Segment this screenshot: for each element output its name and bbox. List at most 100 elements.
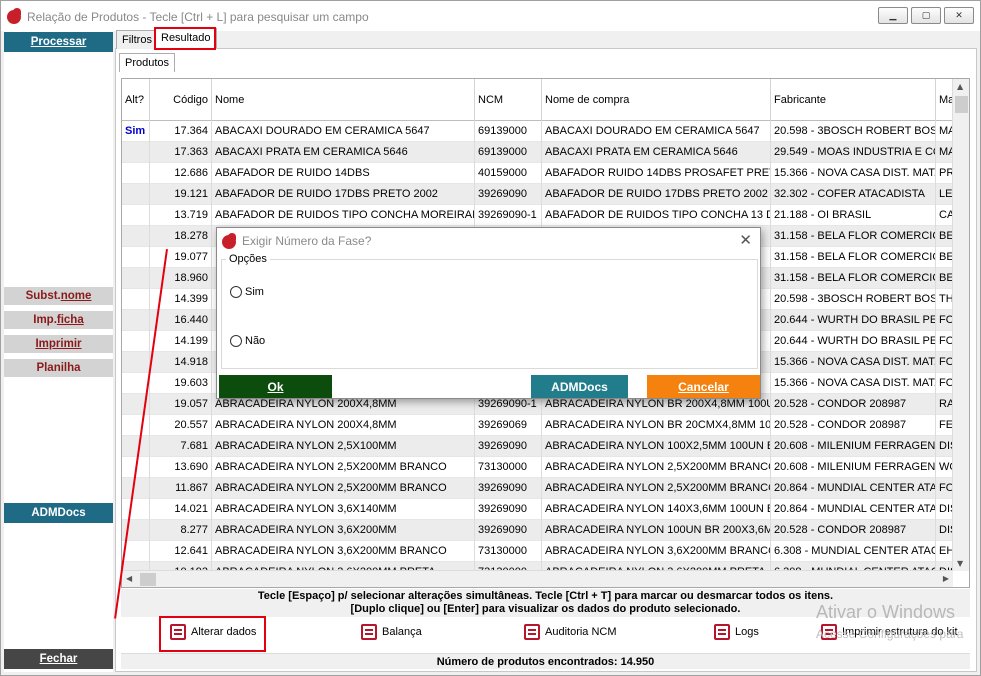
table-row[interactable]: 13.719 ABAFADOR DE RUIDOS TIPO CONCHA MOR… — [122, 205, 952, 226]
cell-fabricante: 20.528 - CONDOR 208987 — [771, 520, 936, 541]
cell-ma: DIS — [939, 524, 952, 536]
header-nome[interactable]: Nome — [212, 79, 475, 121]
radio-circle-icon[interactable] — [230, 286, 242, 298]
cell-alt — [122, 310, 150, 331]
maximize-icon[interactable]: ▢ — [911, 7, 941, 24]
header-ma[interactable]: Ma — [936, 79, 952, 121]
radio-sim[interactable]: Sim — [230, 286, 264, 298]
cell-alt — [122, 499, 150, 520]
cell-ma: FE — [939, 419, 952, 431]
cell-nome: ABRACADEIRA NYLON 3,6X200MM — [212, 520, 475, 541]
cell-alt — [122, 226, 150, 247]
cell-codigo: 17.364 — [150, 121, 212, 142]
edit-list-icon — [361, 624, 377, 640]
cell-alt — [122, 247, 150, 268]
horizontal-scrollbar[interactable]: ◀ ▶ — [122, 570, 953, 587]
highlight-resultado-tab — [154, 27, 216, 50]
cell-ma: FO — [939, 335, 952, 347]
cell-fabricante: 15.366 - NOVA CASA DIST. MAT. — [771, 352, 936, 373]
app-logo-icon — [222, 233, 236, 249]
cell-nome: ABACAXI PRATA EM CERAMICA 5646 — [212, 142, 475, 163]
admdocs-dialog-button[interactable]: ADMDocs — [531, 375, 628, 398]
cell-ncm: 69139000 — [475, 121, 542, 142]
table-row[interactable]: 19.121 ABAFADOR DE RUIDO 17DBS PRETO 2002… — [122, 184, 952, 205]
window-title: Relação de Produtos - Tecle [Ctrl + L] p… — [27, 10, 369, 24]
cell-nome: ABAFADOR DE RUIDO 14DBS — [212, 163, 475, 184]
admdocs-side-button[interactable]: ADMDocs — [4, 503, 113, 523]
cell-nome-compra: ABRACADEIRA NYLON 2,5X200MM BRANCO — [542, 457, 771, 478]
radio-circle-icon[interactable] — [230, 335, 242, 347]
tab-produtos[interactable]: Produtos — [119, 53, 176, 72]
scroll-up-icon[interactable]: ▲ — [957, 82, 963, 91]
table-row[interactable]: 12.641 ABRACADEIRA NYLON 3,6X200MM BRANCO… — [122, 541, 952, 562]
fechar-button[interactable]: Fechar — [4, 649, 113, 669]
grid-header: Alt? Código Nome NCM Nome de compra Fabr… — [122, 79, 952, 121]
table-row[interactable]: 13.690 ABRACADEIRA NYLON 2,5X200MM BRANCO… — [122, 457, 952, 478]
balanca-button[interactable]: Balança — [361, 624, 422, 640]
cell-fabricante: 20.598 - 3BOSCH ROBERT BOSCH — [771, 289, 936, 310]
cell-nome-compra: ABRACADEIRA NYLON 2,5X200MM BRANCO — [542, 478, 771, 499]
minimize-icon[interactable]: ▁ — [878, 7, 908, 24]
header-fabricante[interactable]: Fabricante — [771, 79, 936, 121]
logs-label: Logs — [735, 626, 759, 638]
status-bar: Número de produtos encontrados: 14.950 — [121, 653, 970, 669]
tab-filtros[interactable]: Filtros — [116, 30, 158, 49]
cell-ncm: 39269090 — [475, 184, 542, 205]
imp-ficha-button[interactable]: Imp. ficha — [4, 311, 113, 329]
subst-nome-label: nome — [60, 290, 92, 302]
imp-ficha-label-pre: Imp. — [33, 314, 57, 326]
auditoria-ncm-button[interactable]: Auditoria NCM — [524, 624, 617, 640]
cell-alt — [122, 163, 150, 184]
table-row[interactable]: 8.277 ABRACADEIRA NYLON 3,6X200MM 39269090… — [122, 520, 952, 541]
subst-nome-button[interactable]: Subst. nome — [4, 287, 113, 305]
ok-label: Ok — [267, 379, 284, 394]
header-codigo[interactable]: Código — [150, 79, 212, 121]
cell-ma: WO — [939, 461, 952, 473]
vertical-scroll-thumb[interactable] — [955, 96, 968, 113]
header-alt[interactable]: Alt? — [122, 79, 150, 121]
header-ncm[interactable]: NCM — [475, 79, 542, 121]
cell-ncm: 39269069 — [475, 415, 542, 436]
radio-nao[interactable]: Não — [230, 335, 265, 347]
cell-codigo: 17.363 — [150, 142, 212, 163]
cell-nome: ABRACADEIRA NYLON 2,5X200MM BRANCO — [212, 457, 475, 478]
scroll-right-icon[interactable]: ▶ — [943, 574, 949, 583]
cancelar-button[interactable]: Cancelar — [647, 375, 760, 398]
table-row[interactable]: 20.557 ABRACADEIRA NYLON 200X4,8MM 3926906… — [122, 415, 952, 436]
cell-ncm: 39269090-1 — [475, 205, 542, 226]
cell-fabricante: 15.366 - NOVA CASA DIST. MAT. — [771, 163, 936, 184]
logs-button[interactable]: Logs — [714, 624, 759, 640]
cell-ma: FO — [939, 356, 952, 368]
table-row[interactable]: 12.686 ABAFADOR DE RUIDO 14DBS 40159000 ABA… — [122, 163, 952, 184]
admdocs-dialog-label: ADMDocs — [551, 379, 608, 394]
cell-fabricante: 20.528 - CONDOR 208987 — [771, 394, 936, 415]
cell-fabricante: 31.158 - BELA FLOR COMERCIO D — [771, 247, 936, 268]
planilha-button[interactable]: Planilha — [4, 359, 113, 377]
imprimir-button[interactable]: Imprimir — [4, 335, 113, 353]
scroll-left-icon[interactable]: ◀ — [126, 574, 132, 583]
cell-nome: ABRACADEIRA NYLON 200X4,8MM — [212, 415, 475, 436]
table-row[interactable]: Sim 17.364 ABACAXI DOURADO EM CERAMICA 564… — [122, 121, 952, 142]
table-row[interactable]: 11.867 ABRACADEIRA NYLON 2,5X200MM BRANCO… — [122, 478, 952, 499]
cell-alt — [122, 436, 150, 457]
cell-fabricante: 20.528 - CONDOR 208987 — [771, 415, 936, 436]
table-row[interactable]: 17.363 ABACAXI PRATA EM CERAMICA 5646 6913… — [122, 142, 952, 163]
ok-button[interactable]: Ok — [219, 375, 332, 398]
cell-nome-compra: ABRACADEIRA NYLON BR 20CMX4,8MM 100PC — [542, 415, 771, 436]
cell-codigo: 13.719 — [150, 205, 212, 226]
header-nome-compra[interactable]: Nome de compra — [542, 79, 771, 121]
scroll-down-icon[interactable]: ▼ — [957, 559, 963, 568]
windows-activation-watermark: Ativar o Windows — [816, 602, 956, 622]
table-row[interactable]: 14.021 ABRACADEIRA NYLON 3,6X140MM 3926909… — [122, 499, 952, 520]
close-icon[interactable]: ✕ — [944, 7, 974, 24]
radio-sim-label: Sim — [245, 286, 264, 298]
dialog-close-icon[interactable]: ✕ — [739, 231, 752, 249]
cell-alt — [122, 331, 150, 352]
cell-ma: FO — [939, 314, 952, 326]
horizontal-scroll-thumb[interactable] — [140, 573, 156, 586]
cell-fabricante: 20.644 - WURTH DO BRASIL PECA — [771, 310, 936, 331]
vertical-scrollbar[interactable]: ▲ ▼ — [952, 79, 969, 571]
processar-button[interactable]: Processar — [4, 32, 113, 52]
exigir-fase-dialog: Exigir Número da Fase? ✕ Opções Sim Não … — [216, 227, 761, 399]
table-row[interactable]: 7.681 ABRACADEIRA NYLON 2,5X100MM 39269090… — [122, 436, 952, 457]
